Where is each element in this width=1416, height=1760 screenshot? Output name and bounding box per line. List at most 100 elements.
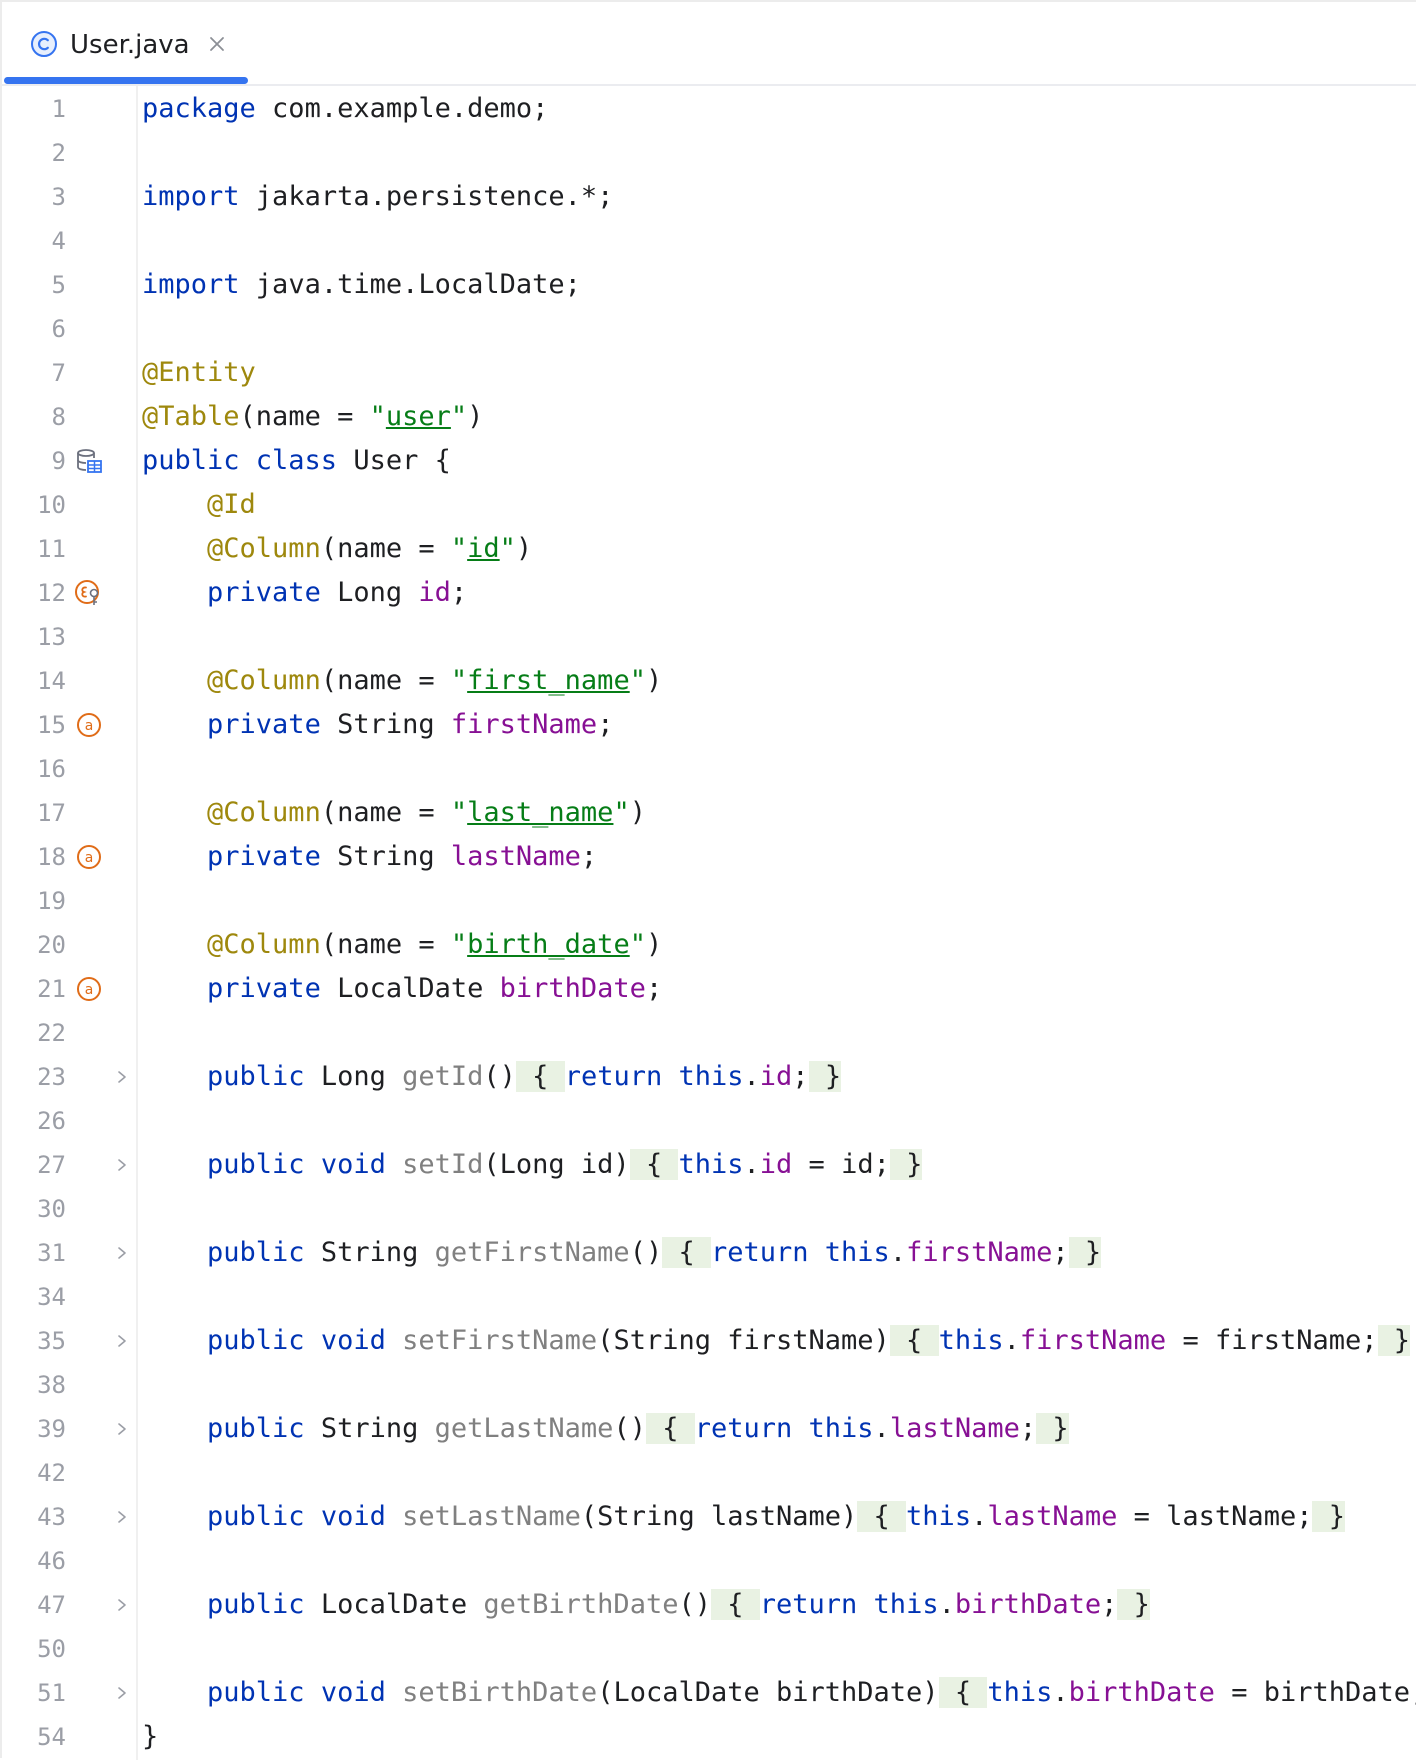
code-line[interactable]: 7 @Entity xyxy=(2,351,1416,395)
code-token: = lastName; xyxy=(1117,1501,1313,1532)
code-text: @Column(name = "birth_date") xyxy=(142,923,662,967)
code-line[interactable]: 50 xyxy=(2,1627,1416,1671)
code-line[interactable]: 15 a private String firstName; xyxy=(2,703,1416,747)
code-text: public void setBirthDate(LocalDate birth… xyxy=(142,1671,1416,1715)
code-token: (name = xyxy=(239,401,370,432)
code-token: () xyxy=(629,1237,663,1268)
code-line[interactable]: 51 public void setBirthDate(LocalDate bi… xyxy=(2,1671,1416,1715)
code-line[interactable]: 34 xyxy=(2,1275,1416,1319)
code-line[interactable]: 6 xyxy=(2,307,1416,351)
code-line[interactable]: 47 public LocalDate getBirthDate() { ret… xyxy=(2,1583,1416,1627)
code-line[interactable]: 31 public String getFirstName() { return… xyxy=(2,1231,1416,1275)
code-line[interactable]: 13 xyxy=(2,615,1416,659)
code-text: @Entity xyxy=(142,351,256,395)
code-token: public xyxy=(207,1589,305,1620)
code-token: last_name xyxy=(467,797,614,828)
code-token: (name = xyxy=(320,665,451,696)
code-token: lastName xyxy=(987,1501,1118,1532)
entity-table-icon[interactable] xyxy=(74,446,104,476)
code-line[interactable]: 46 xyxy=(2,1539,1416,1583)
code-line[interactable]: 18 a private String lastName; xyxy=(2,835,1416,879)
code-token: Long xyxy=(304,1061,403,1092)
code-token: " xyxy=(450,533,468,564)
code-text: public String getLastName() { return thi… xyxy=(142,1407,1069,1451)
code-line[interactable]: 4 xyxy=(2,219,1416,263)
code-line[interactable]: 2 xyxy=(2,131,1416,175)
attribute-field-icon[interactable]: a xyxy=(74,842,104,872)
code-token: ) xyxy=(515,533,533,564)
code-line[interactable]: 8 @Table(name = "user") xyxy=(2,395,1416,439)
code-token: setBirthDate xyxy=(402,1677,598,1708)
code-line[interactable]: 42 xyxy=(2,1451,1416,1495)
line-number: 19 xyxy=(37,887,66,915)
code-line[interactable]: 22 xyxy=(2,1011,1416,1055)
code-text: public Long getId() { return this.id; } xyxy=(142,1055,842,1099)
code-token: . xyxy=(743,1149,760,1180)
code-line[interactable]: 26 xyxy=(2,1099,1416,1143)
code-token: this xyxy=(906,1501,972,1532)
svg-text:a: a xyxy=(85,718,94,734)
code-line[interactable]: 30 xyxy=(2,1187,1416,1231)
line-number: 4 xyxy=(51,227,66,255)
code-token: . xyxy=(1052,1677,1069,1708)
code-token: return this xyxy=(694,1413,874,1444)
fold-chevron-right-icon[interactable] xyxy=(114,1332,130,1350)
code-line[interactable]: 17 @Column(name = "last_name") xyxy=(2,791,1416,835)
fold-chevron-right-icon[interactable] xyxy=(114,1068,130,1086)
code-token: (name = xyxy=(320,797,451,828)
code-line[interactable]: 12 private Long id; xyxy=(2,571,1416,615)
line-number: 11 xyxy=(37,535,66,563)
code-line[interactable]: 54} xyxy=(2,1715,1416,1759)
code-text: @Column(name = "id") xyxy=(142,527,532,571)
line-number: 34 xyxy=(37,1283,66,1311)
code-token: ) xyxy=(645,929,663,960)
line-number: 39 xyxy=(37,1415,66,1443)
code-line[interactable]: 9 public class User { xyxy=(2,439,1416,483)
fold-chevron-right-icon[interactable] xyxy=(114,1508,130,1526)
code-line[interactable]: 14 @Column(name = "first_name") xyxy=(2,659,1416,703)
code-line[interactable]: 38 xyxy=(2,1363,1416,1407)
code-token: } xyxy=(1117,1589,1150,1620)
line-number: 20 xyxy=(37,931,66,959)
code-token: { xyxy=(629,1149,679,1180)
attribute-field-icon[interactable]: a xyxy=(74,974,104,1004)
code-line[interactable]: 43 public void setLastName(String lastNa… xyxy=(2,1495,1416,1539)
code-line[interactable]: 39 public String getLastName() { return … xyxy=(2,1407,1416,1451)
code-editor[interactable]: 1 package com.example.demo; 2 3 import jakar… xyxy=(2,87,1416,1759)
close-icon[interactable] xyxy=(206,33,228,55)
line-number: 22 xyxy=(37,1019,66,1047)
line-number: 47 xyxy=(37,1591,66,1619)
code-line[interactable]: 20 @Column(name = "birth_date") xyxy=(2,923,1416,967)
code-line[interactable]: 21 a private LocalDate birthDate; xyxy=(2,967,1416,1011)
code-line[interactable]: 11 @Column(name = "id") xyxy=(2,527,1416,571)
code-line[interactable]: 10 @Id xyxy=(2,483,1416,527)
code-token: ; xyxy=(1101,1589,1118,1620)
code-line[interactable]: 1 package com.example.demo; xyxy=(2,87,1416,131)
code-line[interactable]: 5 import java.time.LocalDate; xyxy=(2,263,1416,307)
line-number: 3 xyxy=(51,183,66,211)
code-text: public void setLastName(String lastName)… xyxy=(142,1495,1345,1539)
code-line[interactable]: 35 public void setFirstName(String first… xyxy=(2,1319,1416,1363)
code-text: private LocalDate birthDate; xyxy=(142,967,662,1011)
fold-chevron-right-icon[interactable] xyxy=(114,1596,130,1614)
code-line[interactable]: 23 public Long getId() { return this.id;… xyxy=(2,1055,1416,1099)
id-field-icon[interactable] xyxy=(74,578,104,608)
fold-chevron-right-icon[interactable] xyxy=(114,1244,130,1262)
code-line[interactable]: 16 xyxy=(2,747,1416,791)
fold-chevron-right-icon[interactable] xyxy=(114,1420,130,1438)
tab-user-java[interactable]: User.java xyxy=(4,4,248,84)
attribute-field-icon[interactable]: a xyxy=(74,710,104,740)
code-token: java.time.LocalDate; xyxy=(239,269,581,300)
line-number: 13 xyxy=(37,623,66,651)
code-token: @Column xyxy=(207,929,321,960)
fold-chevron-right-icon[interactable] xyxy=(114,1156,130,1174)
code-line[interactable]: 27 public void setId(Long id) { this.id … xyxy=(2,1143,1416,1187)
code-line[interactable]: 3 import jakarta.persistence.*; xyxy=(2,175,1416,219)
fold-chevron-right-icon[interactable] xyxy=(114,1684,130,1702)
code-token: { xyxy=(662,1237,711,1268)
code-token: lastName xyxy=(889,1413,1020,1444)
code-line[interactable]: 19 xyxy=(2,879,1416,923)
code-token: firstName xyxy=(906,1237,1053,1268)
